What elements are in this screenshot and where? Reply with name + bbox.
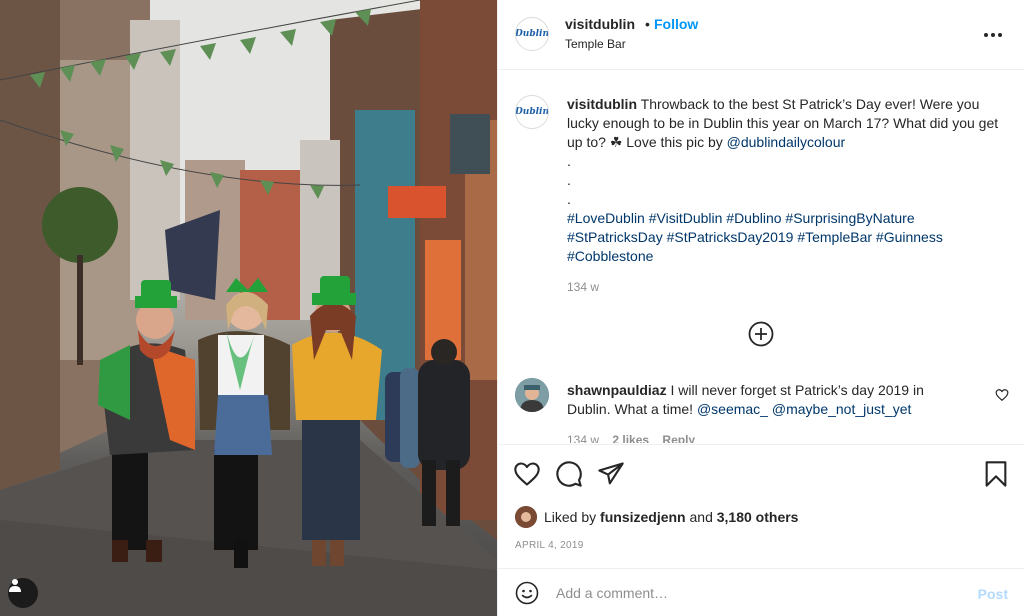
- comment-mention[interactable]: @seemac_: [697, 401, 768, 417]
- follow-button[interactable]: Follow: [654, 16, 698, 32]
- caption-dot: .: [567, 153, 571, 169]
- liked-by-text: Liked by funsizedjenn and 3,180 others: [544, 509, 798, 525]
- comment-icon[interactable]: [555, 460, 583, 488]
- comment-meta: 134 w 2 likes Reply: [567, 433, 705, 443]
- add-comment-input[interactable]: [556, 579, 956, 607]
- comment-username[interactable]: shawnpauldiaz: [567, 382, 667, 398]
- comments-list[interactable]: Dublin visitdublin Throwback to the best…: [498, 71, 1024, 443]
- caption-dot: .: [567, 191, 571, 207]
- comment-mention[interactable]: @maybe_not_just_yet: [772, 401, 912, 417]
- more-horizontal-icon[interactable]: [983, 25, 1003, 45]
- post-panel: Dublin visitdublin • Follow Temple Bar D…: [497, 0, 1024, 616]
- street-scene-image: [0, 0, 497, 616]
- comment: shawnpauldiaz I will never forget st Pat…: [567, 381, 967, 419]
- likes-count-link[interactable]: 3,180 others: [717, 509, 799, 525]
- caption-username[interactable]: visitdublin: [567, 96, 637, 112]
- post-header: Dublin visitdublin • Follow Temple Bar: [498, 0, 1024, 70]
- heart-icon[interactable]: [513, 460, 541, 488]
- user-icon: [9, 579, 21, 592]
- caption-avatar[interactable]: Dublin: [515, 95, 549, 129]
- caption-hashtags[interactable]: #LoveDublin #VisitDublin #Dublino #Surpr…: [567, 210, 915, 226]
- post-date[interactable]: APRIL 4, 2019: [515, 540, 584, 551]
- caption-timestamp[interactable]: 134 w: [567, 280, 599, 294]
- comment-heart-icon[interactable]: [995, 388, 1009, 402]
- reply-button[interactable]: Reply: [662, 433, 695, 443]
- emoji-icon[interactable]: [515, 581, 539, 605]
- post-comment-button[interactable]: Post: [978, 586, 1008, 602]
- post-location[interactable]: Temple Bar: [565, 37, 626, 51]
- caption-dot: .: [567, 172, 571, 188]
- caption-hashtags[interactable]: #Cobblestone: [567, 248, 653, 264]
- liker-photo: [515, 506, 537, 528]
- commenter-photo: [515, 378, 549, 412]
- avatar-logo-text: Dublin: [515, 107, 549, 117]
- post-author-username[interactable]: visitdublin: [565, 16, 635, 32]
- load-more-comments-icon[interactable]: [748, 321, 774, 347]
- post-photo[interactable]: [0, 0, 497, 616]
- caption: visitdublin Throwback to the best St Pat…: [567, 95, 1007, 266]
- bookmark-icon[interactable]: [982, 460, 1010, 488]
- liked-by-prefix: Liked by: [544, 509, 597, 525]
- comment-timestamp[interactable]: 134 w: [567, 433, 599, 443]
- avatar-logo-text: Dublin: [515, 29, 549, 39]
- share-icon[interactable]: [597, 460, 625, 488]
- post-actions: Liked by funsizedjenn and 3,180 others A…: [498, 444, 1024, 568]
- add-comment-bar: Post: [498, 568, 1024, 616]
- comment-likes[interactable]: 2 likes: [612, 433, 649, 443]
- separator-dot: •: [645, 16, 650, 32]
- caption-mention[interactable]: @dublindailycolour: [727, 134, 846, 150]
- liked-by-avatar[interactable]: [515, 506, 537, 528]
- tagged-users-button[interactable]: [8, 578, 38, 608]
- liked-by-and: and: [689, 509, 713, 525]
- commenter-avatar[interactable]: [515, 378, 549, 412]
- profile-avatar[interactable]: Dublin: [515, 17, 549, 51]
- caption-hashtags[interactable]: #StPatricksDay #StPatricksDay2019 #Templ…: [567, 229, 943, 245]
- liked-by-username[interactable]: funsizedjenn: [600, 509, 686, 525]
